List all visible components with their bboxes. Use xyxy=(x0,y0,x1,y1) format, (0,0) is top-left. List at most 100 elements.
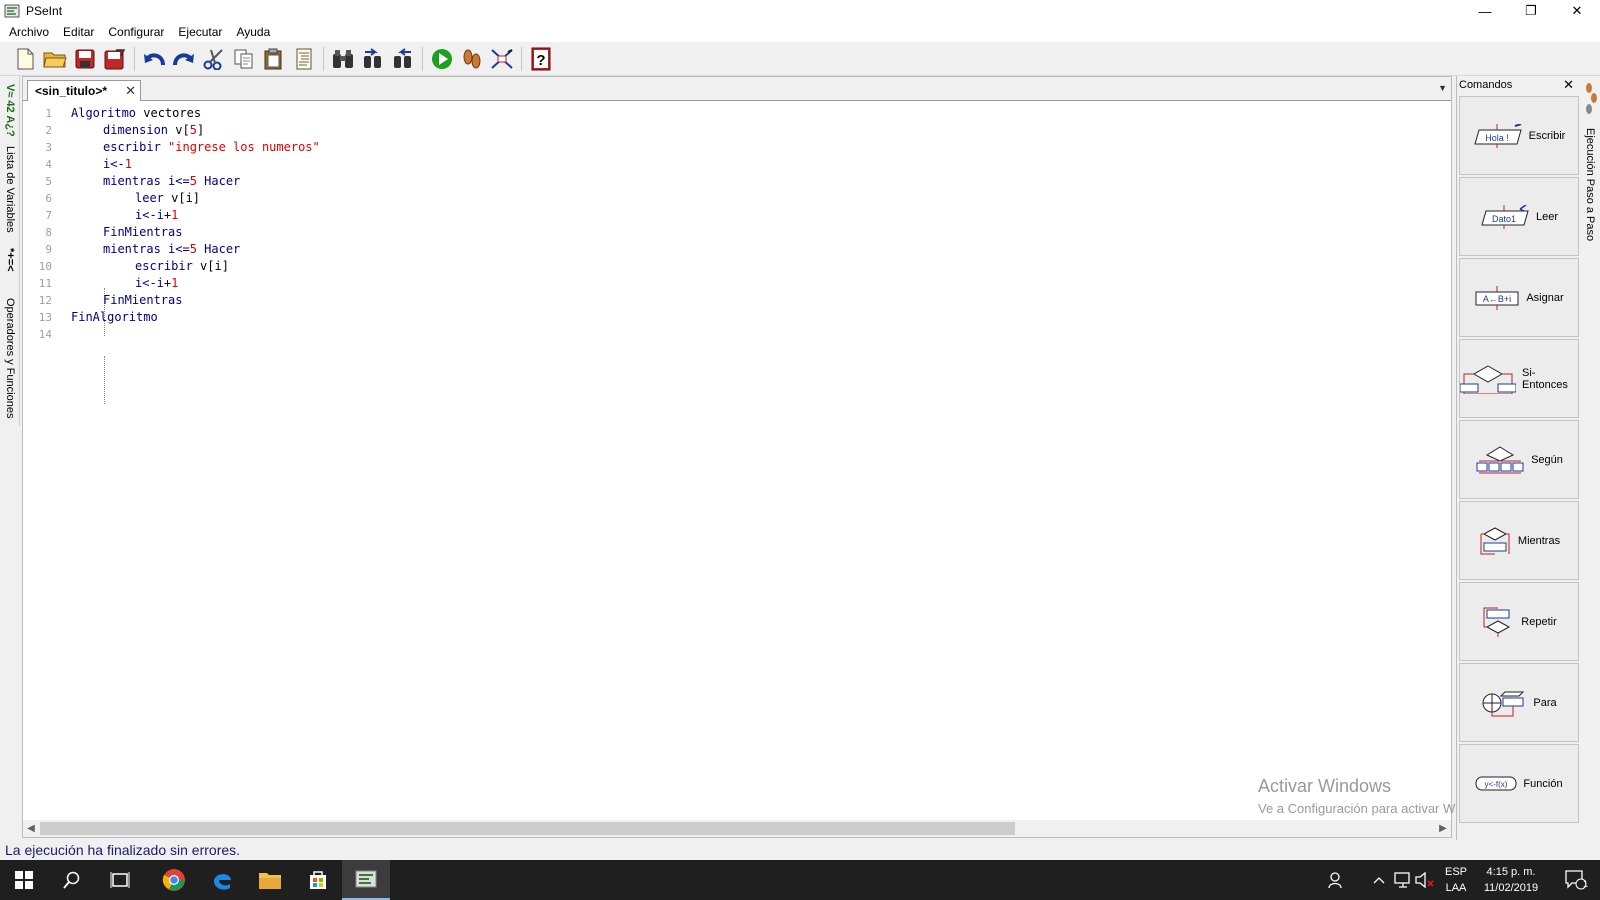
code-token: 1 xyxy=(124,157,132,171)
start-button[interactable] xyxy=(0,860,48,900)
command-segun-button[interactable]: Según xyxy=(1459,420,1579,499)
flowchart-icon xyxy=(491,49,513,69)
command-mientras-button[interactable]: Mientras xyxy=(1459,501,1579,580)
tab-label: <sin_titulo>* xyxy=(35,84,108,98)
funcion-icon-text: y<-f(x) xyxy=(1485,780,1508,789)
svg-text:?: ? xyxy=(536,52,545,69)
binoculars-icon xyxy=(333,50,353,68)
clock[interactable]: 4:15 p. m. 11/02/2019 xyxy=(1476,864,1546,896)
code-token: FinMientras xyxy=(103,293,183,307)
code-token: v[i] xyxy=(192,259,229,273)
tab-list-dropdown-icon[interactable]: ▼ xyxy=(1438,83,1447,93)
chrome-taskbar-button[interactable] xyxy=(150,860,198,900)
open-button[interactable] xyxy=(41,46,69,72)
tab-sin-titulo[interactable]: <sin_titulo>* ✕ xyxy=(27,80,141,101)
title-bar: PSeInt — ❐ ✕ xyxy=(0,0,1600,22)
volume-button[interactable] xyxy=(1414,860,1436,900)
windows-taskbar: ESP LAA 4:15 p. m. 11/02/2019 1 xyxy=(0,860,1600,900)
document-lines-icon xyxy=(296,48,312,70)
command-repetir-button[interactable]: Repetir xyxy=(1459,582,1579,661)
operators-functions-tab[interactable]: Operadores y Funciones xyxy=(4,298,16,418)
footsteps-icon xyxy=(463,49,481,69)
code-token: i<- xyxy=(103,157,125,171)
run-button[interactable] xyxy=(428,46,456,72)
commands-close-icon[interactable]: ✕ xyxy=(1563,77,1574,93)
store-taskbar-button[interactable] xyxy=(294,860,342,900)
scroll-left-icon[interactable]: ◀ xyxy=(23,821,39,836)
line-number: 11 xyxy=(38,277,52,290)
command-funcion-button[interactable]: y<-f(x) Función xyxy=(1459,744,1579,823)
undo-icon xyxy=(144,53,165,66)
menu-ayuda[interactable]: Ayuda xyxy=(229,25,277,39)
network-button[interactable] xyxy=(1392,860,1414,900)
search-icon xyxy=(63,871,80,889)
segun-icon xyxy=(1476,445,1524,473)
save-button[interactable] xyxy=(71,46,99,72)
variables-list-tab[interactable]: Lista de Variables xyxy=(4,146,16,233)
code-area[interactable]: 1 Algoritmo vectores 2 dimension v[5] 3 esc… xyxy=(23,105,1451,813)
input-language[interactable]: ESP LAA xyxy=(1440,864,1472,896)
menu-archivo[interactable]: Archivo xyxy=(2,25,56,39)
command-label: Mientras xyxy=(1517,534,1561,547)
command-escribir-button[interactable]: Hola ! Escribir xyxy=(1459,96,1579,175)
command-asignar-button[interactable]: A←B+i Asignar xyxy=(1459,258,1579,337)
left-side-panel: V≈ 42 A¿? Lista de Variables *+=< Operad… xyxy=(0,76,20,426)
command-si-entonces-button[interactable]: Si-Entonces xyxy=(1459,339,1579,418)
file-explorer-taskbar-button[interactable] xyxy=(246,860,294,900)
new-file-button[interactable] xyxy=(11,46,39,72)
command-para-button[interactable]: Para xyxy=(1459,663,1579,742)
close-button[interactable]: ✕ xyxy=(1554,0,1600,22)
command-leer-button[interactable]: Dato1 Leer xyxy=(1459,177,1579,256)
menu-configurar[interactable]: Configurar xyxy=(101,25,171,39)
flowchart-button[interactable] xyxy=(488,46,516,72)
play-icon xyxy=(432,49,452,69)
scroll-right-icon[interactable]: ▶ xyxy=(1435,821,1451,836)
copy-icon xyxy=(234,49,253,69)
scrollbar-thumb[interactable] xyxy=(40,822,1015,835)
toolbar-buttons: ? xyxy=(10,45,556,73)
code-token: 1 xyxy=(171,208,179,222)
commands-title: Comandos xyxy=(1459,79,1513,91)
horizontal-scrollbar[interactable]: ◀ ▶ xyxy=(23,820,1451,837)
restore-button[interactable]: ❐ xyxy=(1508,0,1554,22)
people-button[interactable] xyxy=(1320,860,1354,900)
undo-button[interactable] xyxy=(140,46,168,72)
asignar-icon: A←B+i xyxy=(1475,285,1519,310)
save-as-button[interactable] xyxy=(101,46,129,72)
binoculars-next-icon xyxy=(394,48,411,68)
action-center-button[interactable]: 1 xyxy=(1556,860,1596,900)
status-bar: La ejecución ha finalizado sin errores. xyxy=(0,840,1600,860)
find-previous-button[interactable] xyxy=(359,46,387,72)
line-number: 6 xyxy=(45,192,52,205)
pseint-taskbar-button[interactable] xyxy=(342,860,390,900)
keyboard-layout: LAA xyxy=(1445,882,1467,894)
menu-editar[interactable]: Editar xyxy=(56,25,101,39)
network-icon xyxy=(1394,872,1410,888)
code-token: mientras xyxy=(103,242,161,256)
code-line: 10 escribir v[i] xyxy=(23,258,1451,275)
code-token: vectores xyxy=(136,106,202,120)
minimize-button[interactable]: — xyxy=(1462,0,1508,22)
step-by-step-tab[interactable]: Ejecución Paso a Paso xyxy=(1584,128,1596,241)
tray-overflow-button[interactable] xyxy=(1368,860,1390,900)
indent-button[interactable] xyxy=(290,46,318,72)
tab-close-icon[interactable]: ✕ xyxy=(125,83,136,99)
code-token: Hacer xyxy=(196,174,241,188)
edge-taskbar-button[interactable] xyxy=(198,860,246,900)
step-by-step-button[interactable] xyxy=(458,46,486,72)
search-button[interactable] xyxy=(329,46,357,72)
code-line: 3 escribir "ingrese los numeros" xyxy=(23,139,1451,156)
search-button[interactable] xyxy=(48,860,96,900)
command-label: Según xyxy=(1531,453,1563,466)
task-view-button[interactable] xyxy=(96,860,144,900)
notification-count: 1 xyxy=(1583,879,1589,889)
binoculars-prev-icon xyxy=(364,48,381,68)
copy-button[interactable] xyxy=(230,46,258,72)
redo-button[interactable] xyxy=(170,46,198,72)
help-button[interactable]: ? xyxy=(527,46,555,72)
menu-ejecutar[interactable]: Ejecutar xyxy=(171,25,229,39)
find-next-button[interactable] xyxy=(389,46,417,72)
paste-button[interactable] xyxy=(260,46,288,72)
menu-bar: Archivo Editar Configurar Ejecutar Ayuda xyxy=(0,22,1600,42)
cut-button[interactable] xyxy=(200,46,228,72)
